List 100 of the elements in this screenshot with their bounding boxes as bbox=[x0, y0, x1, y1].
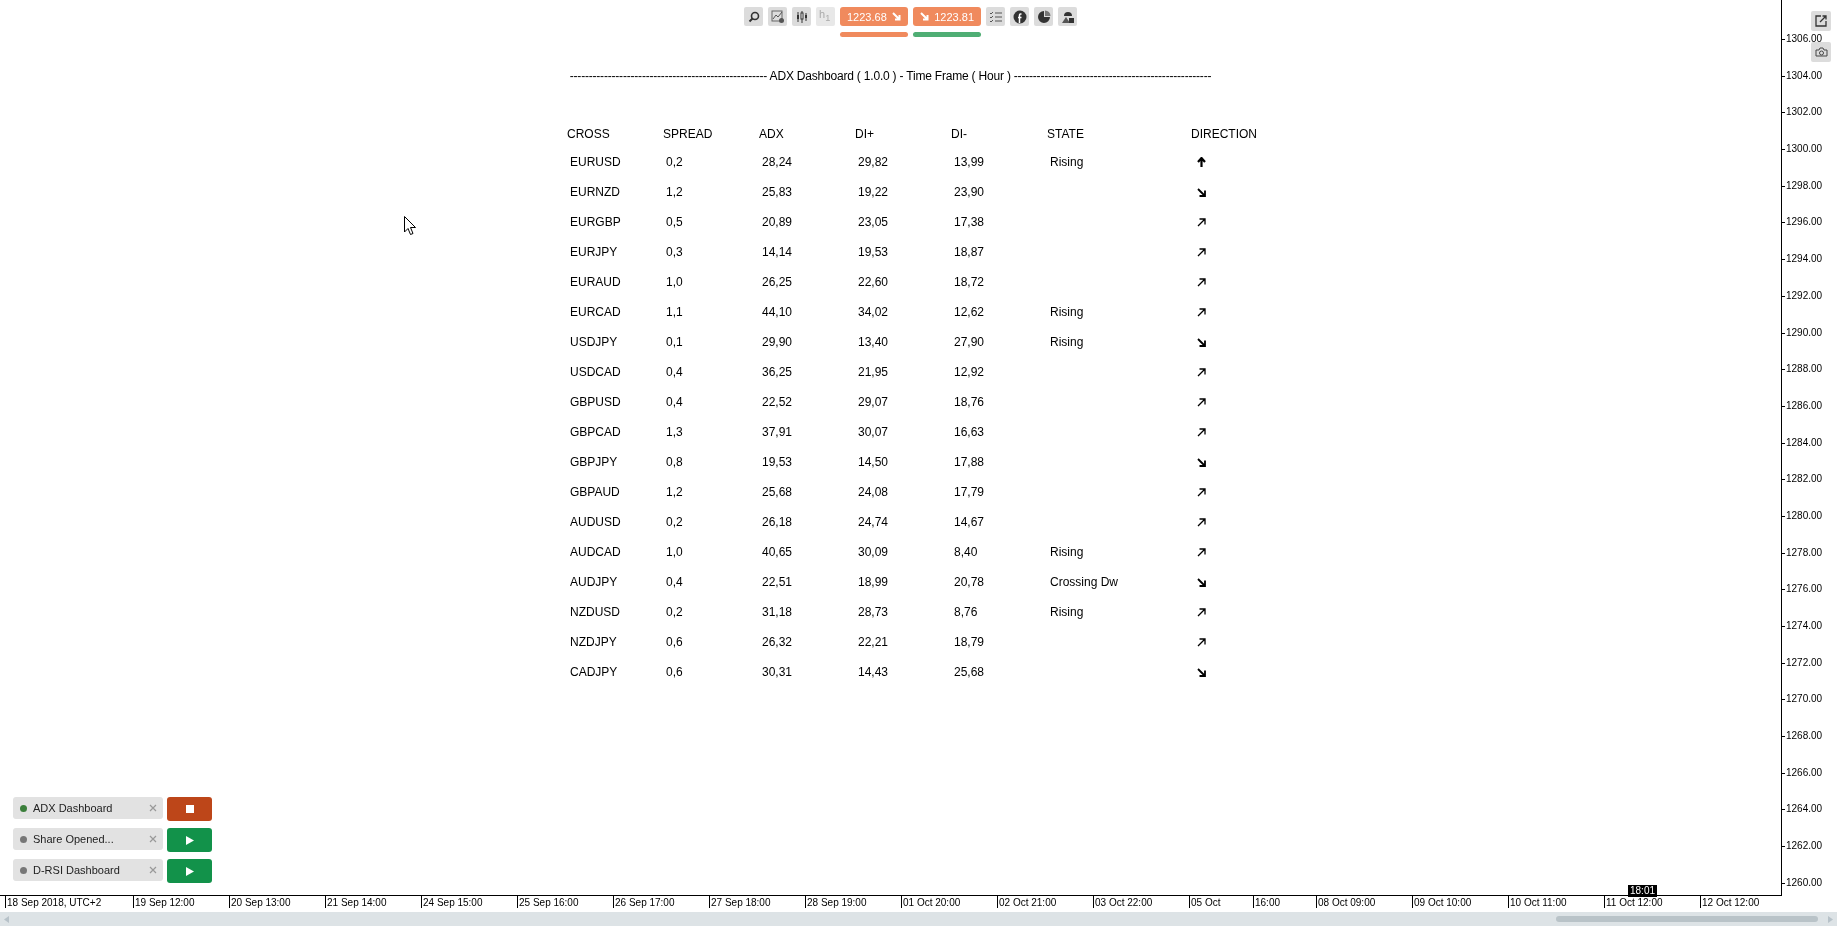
price-label: 1268.00 bbox=[1782, 730, 1837, 743]
table-cell: 19,22 bbox=[858, 185, 889, 199]
column-header: SPREAD bbox=[663, 127, 714, 141]
table-cell: 30,07 bbox=[858, 425, 889, 439]
table-cell: Rising bbox=[1050, 335, 1084, 349]
price-label: 1264.00 bbox=[1782, 803, 1837, 816]
table-cell: 0,2 bbox=[666, 155, 683, 169]
price-label: 1270.00 bbox=[1782, 693, 1837, 706]
table-cell: 0,6 bbox=[666, 665, 683, 679]
time-label: 21 Sep 14:00 bbox=[325, 896, 421, 908]
table-cell: 19,53 bbox=[762, 455, 793, 469]
table-cell: 25,83 bbox=[762, 185, 793, 199]
table-cell: 22,52 bbox=[762, 395, 793, 409]
price-label: 1294.00 bbox=[1782, 253, 1837, 266]
arrow-down-right-icon bbox=[920, 12, 929, 21]
play-button[interactable] bbox=[167, 828, 212, 852]
table-cell: 29,07 bbox=[858, 395, 889, 409]
table-cell: 21,95 bbox=[858, 365, 889, 379]
table-cell: USDCAD bbox=[570, 365, 621, 379]
table-cell: CADJPY bbox=[570, 665, 618, 679]
price-label: 1282.00 bbox=[1782, 473, 1837, 486]
time-label: 10 Oct 11:00 bbox=[1508, 896, 1604, 908]
table-cell: 17,79 bbox=[954, 485, 985, 499]
table-cell: 16,63 bbox=[954, 425, 985, 439]
table-cell: 24,08 bbox=[858, 485, 889, 499]
play-button[interactable] bbox=[167, 859, 212, 883]
time-label: 24 Sep 15:00 bbox=[421, 896, 517, 908]
table-cell: 14,67 bbox=[954, 515, 985, 529]
price-label: 1304.00 bbox=[1782, 69, 1837, 82]
table-cell: 18,99 bbox=[858, 575, 889, 589]
price-label: 1276.00 bbox=[1782, 583, 1837, 596]
buy-bar bbox=[913, 32, 981, 37]
table-cell: 27,90 bbox=[954, 335, 985, 349]
table-cell: 24,74 bbox=[858, 515, 889, 529]
time-label: 18 Sep 2018, UTC+2 bbox=[5, 896, 133, 908]
pie-icon[interactable] bbox=[1034, 7, 1053, 26]
table-cell: 19,53 bbox=[858, 245, 889, 259]
facebook-icon[interactable] bbox=[1010, 7, 1029, 26]
table-cell: 23,05 bbox=[858, 215, 889, 229]
bot-item[interactable]: D-RSI Dashboard bbox=[13, 859, 163, 881]
camera-icon[interactable] bbox=[1811, 42, 1831, 62]
table-cell: 26,25 bbox=[762, 275, 793, 289]
bot-item[interactable]: Share Opened... bbox=[13, 828, 163, 850]
price-label: 1290.00 bbox=[1782, 326, 1837, 339]
time-label: 25 Sep 16:00 bbox=[517, 896, 613, 908]
candlestick-icon[interactable] bbox=[792, 7, 811, 26]
table-cell: EURAUD bbox=[570, 275, 621, 289]
column-header: CROSS bbox=[567, 127, 611, 141]
stop-button[interactable] bbox=[167, 797, 212, 821]
table-cell: 0,2 bbox=[666, 605, 683, 619]
pop-out-icon[interactable] bbox=[1811, 11, 1831, 31]
table-cell: 14,14 bbox=[762, 245, 793, 259]
table-cell: 28,73 bbox=[858, 605, 889, 619]
table-cell: Rising bbox=[1050, 545, 1084, 559]
stop-icon bbox=[185, 805, 194, 813]
time-label: 19 Sep 12:00 bbox=[133, 896, 229, 908]
table-cell: 28,24 bbox=[762, 155, 793, 169]
table-cell: 26,32 bbox=[762, 635, 793, 649]
table-cell: EURCAD bbox=[570, 305, 621, 319]
crosshair-time-label: 18:01 bbox=[1628, 885, 1658, 897]
table-cell: 18,76 bbox=[954, 395, 985, 409]
zoom-icon[interactable] bbox=[744, 7, 763, 26]
column-header: DI- bbox=[951, 127, 968, 141]
table-cell: 18,72 bbox=[954, 275, 985, 289]
table-cell: AUDJPY bbox=[570, 575, 618, 589]
play-icon bbox=[185, 835, 194, 845]
table-cell: 1,3 bbox=[666, 425, 683, 439]
checklist-icon[interactable] bbox=[986, 7, 1005, 26]
table-cell: 1,0 bbox=[666, 545, 683, 559]
table-cell: 1,0 bbox=[666, 275, 683, 289]
price-label: 1292.00 bbox=[1782, 289, 1837, 302]
table-cell: USDJPY bbox=[570, 335, 618, 349]
table-cell: EURJPY bbox=[570, 245, 618, 259]
price-label: 1274.00 bbox=[1782, 620, 1837, 632]
time-label: 05 Oct bbox=[1189, 896, 1253, 908]
column-header: ADX bbox=[759, 127, 785, 141]
bot-name: D-RSI Dashboard bbox=[33, 864, 121, 876]
table-cell: 22,51 bbox=[762, 575, 793, 589]
table-cell: 22,60 bbox=[858, 275, 889, 289]
table-cell: 23,90 bbox=[954, 185, 985, 199]
table-cell: 0,8 bbox=[666, 455, 683, 469]
table-cell: 30,31 bbox=[762, 665, 793, 679]
table-cell: 0,6 bbox=[666, 635, 683, 649]
table-cell: EURUSD bbox=[570, 155, 621, 169]
table-cell: EURNZD bbox=[570, 185, 620, 199]
table-cell: 20,78 bbox=[954, 575, 985, 589]
table-cell: 0,5 bbox=[666, 215, 683, 229]
table-cell: 29,90 bbox=[762, 335, 793, 349]
table-cell: 8,40 bbox=[954, 545, 978, 559]
table-cell: 14,43 bbox=[858, 665, 889, 679]
table-cell: 25,68 bbox=[762, 485, 793, 499]
table-cell: 13,99 bbox=[954, 155, 985, 169]
table-cell: 17,88 bbox=[954, 455, 985, 469]
chart-settings-icon[interactable] bbox=[768, 7, 787, 26]
table-cell: 40,65 bbox=[762, 545, 793, 559]
table-cell: 1,2 bbox=[666, 485, 683, 499]
bot-item[interactable]: ADX Dashboard bbox=[13, 797, 163, 819]
price-label: 1306.00 bbox=[1782, 33, 1837, 45]
table-cell: 25,68 bbox=[954, 665, 985, 679]
shapes-icon[interactable] bbox=[1058, 7, 1077, 26]
